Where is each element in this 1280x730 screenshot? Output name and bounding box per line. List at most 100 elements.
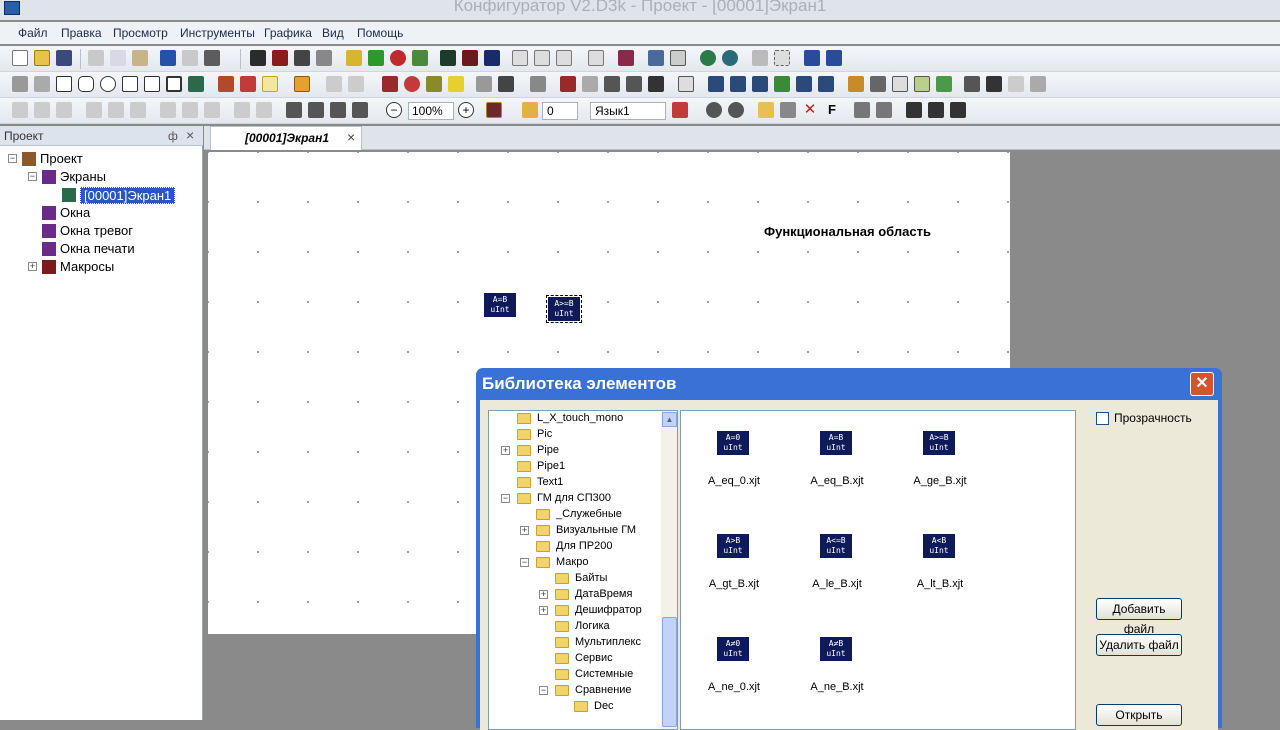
project-tree-item[interactable]: [00001]Экран1 xyxy=(0,186,203,204)
expand-icon[interactable]: + xyxy=(28,262,37,271)
valve-icon[interactable] xyxy=(560,76,576,92)
library-file-item[interactable]: A<B uInt A_lt_B.xjt xyxy=(895,514,985,604)
library-tree-item[interactable]: Pipe1 xyxy=(489,459,661,475)
group-icon[interactable] xyxy=(330,102,346,118)
open-folder-icon[interactable] xyxy=(34,50,50,66)
draw-arc-icon[interactable] xyxy=(34,76,50,92)
draw-shape-icon[interactable] xyxy=(144,76,160,92)
menu-graphics[interactable]: Графика xyxy=(264,26,312,40)
frame-icon[interactable] xyxy=(670,50,686,66)
triangle-icon[interactable] xyxy=(326,76,342,92)
table2-icon[interactable] xyxy=(870,76,886,92)
align-top-icon[interactable] xyxy=(86,102,102,118)
help-icon[interactable] xyxy=(204,50,220,66)
library-tree-item[interactable]: _Служебные xyxy=(489,507,661,523)
collapse-icon[interactable]: − xyxy=(28,172,37,181)
delete-x-icon[interactable]: ✕ xyxy=(802,102,818,118)
globe-icon[interactable] xyxy=(700,50,716,66)
library-tree-item[interactable]: Системные xyxy=(489,667,661,683)
library-tree-item[interactable]: + Дешифратор xyxy=(489,603,661,619)
align-center-icon[interactable] xyxy=(34,102,50,118)
library-tree-scrollbar[interactable]: ▲ xyxy=(661,411,677,729)
text-icon[interactable] xyxy=(250,50,266,66)
table-icon[interactable] xyxy=(848,76,864,92)
trend3-icon[interactable] xyxy=(752,76,768,92)
library-tree-item[interactable]: + ДатаВремя xyxy=(489,587,661,603)
space-v-icon[interactable] xyxy=(256,102,272,118)
trend2-icon[interactable] xyxy=(730,76,746,92)
abc-display-icon[interactable] xyxy=(484,50,500,66)
color-icon[interactable] xyxy=(240,76,256,92)
open-button[interactable]: Открыть xyxy=(1096,704,1182,726)
globe2-icon[interactable] xyxy=(722,50,738,66)
language-edit-icon[interactable] xyxy=(672,102,688,118)
expand-icon[interactable]: + xyxy=(539,606,548,615)
project-tree-item[interactable]: + Макросы xyxy=(0,258,203,276)
paste-icon[interactable] xyxy=(132,50,148,66)
function-icon[interactable]: F xyxy=(824,102,840,118)
grid-toggle-icon[interactable] xyxy=(486,102,502,118)
macro-icon[interactable] xyxy=(758,102,774,118)
page-icon[interactable] xyxy=(588,50,604,66)
user-icon[interactable] xyxy=(964,76,980,92)
users-icon[interactable] xyxy=(986,76,1002,92)
triangle2-icon[interactable] xyxy=(348,76,364,92)
library-tree-item[interactable]: Dec xyxy=(489,699,661,715)
grid3-icon[interactable] xyxy=(936,76,952,92)
project-tree-item[interactable]: Окна xyxy=(0,204,203,222)
text-format-icon[interactable] xyxy=(294,50,310,66)
indicator-icon[interactable] xyxy=(390,50,406,66)
project-tree-item[interactable]: Окна печати xyxy=(0,240,203,258)
device2-icon[interactable] xyxy=(928,102,944,118)
expand-icon[interactable]: + xyxy=(520,526,529,535)
library-tree-item[interactable]: + Pipe xyxy=(489,443,661,459)
project-tree-item[interactable]: − Экраны xyxy=(0,168,203,186)
library-tree-item[interactable]: Байты xyxy=(489,571,661,587)
redo-icon[interactable] xyxy=(182,50,198,66)
library-file-item[interactable]: A>B uInt A_gt_B.xjt xyxy=(689,514,779,604)
project-tree-item[interactable]: − Проект xyxy=(0,150,203,168)
trend4-icon[interactable] xyxy=(796,76,812,92)
lamp-icon[interactable] xyxy=(346,50,362,66)
add-file-button[interactable]: Добавить файл xyxy=(1096,598,1182,636)
send-back-icon[interactable] xyxy=(308,102,324,118)
gm-block-a-eq-b[interactable]: A=B uInt xyxy=(484,293,516,317)
tool3-icon[interactable] xyxy=(854,102,870,118)
collapse-icon[interactable]: − xyxy=(520,558,529,567)
chart-icon[interactable] xyxy=(382,76,398,92)
tool2-icon[interactable] xyxy=(1030,76,1046,92)
collapse-icon[interactable]: − xyxy=(539,686,548,695)
library-file-item[interactable]: A>=B uInt A_ge_B.xjt xyxy=(895,411,985,501)
digital-input-icon[interactable] xyxy=(462,50,478,66)
menu-tools[interactable]: Инструменты xyxy=(180,26,255,40)
fill-icon[interactable] xyxy=(218,76,234,92)
phone-icon[interactable] xyxy=(498,76,514,92)
selection-tool-icon[interactable] xyxy=(294,76,310,92)
same-size-icon[interactable] xyxy=(204,102,220,118)
pipe-icon[interactable] xyxy=(582,76,598,92)
expand-icon[interactable]: + xyxy=(501,446,510,455)
sun-icon[interactable] xyxy=(448,76,464,92)
expand-icon[interactable]: + xyxy=(539,590,548,599)
grid-icon[interactable] xyxy=(892,76,908,92)
collapse-icon[interactable]: − xyxy=(501,494,510,503)
bring-front-icon[interactable] xyxy=(286,102,302,118)
library-tree-item[interactable]: + Визуальные ГМ xyxy=(489,523,661,539)
tank-icon[interactable] xyxy=(678,76,694,92)
menu-view2[interactable]: Вид xyxy=(322,26,344,40)
hand-icon[interactable] xyxy=(522,102,538,118)
pump-icon[interactable] xyxy=(604,76,620,92)
library-tree-item[interactable]: L_X_touch_mono xyxy=(489,411,661,427)
bar-chart-icon[interactable] xyxy=(804,50,820,66)
eraser-icon[interactable] xyxy=(618,50,634,66)
align-bottom-icon[interactable] xyxy=(130,102,146,118)
bar-chart2-icon[interactable] xyxy=(826,50,842,66)
device-icon[interactable] xyxy=(906,102,922,118)
xy-chart-icon[interactable] xyxy=(774,76,790,92)
library-file-item[interactable]: A≠0 uInt A_ne_0.xjt xyxy=(689,617,779,707)
image-icon[interactable] xyxy=(530,76,546,92)
menu-edit[interactable]: Правка xyxy=(61,26,102,40)
scroll-up-icon[interactable]: ▲ xyxy=(662,412,677,427)
draw-rect-icon[interactable] xyxy=(56,76,72,92)
numeric-icon[interactable] xyxy=(512,50,528,66)
